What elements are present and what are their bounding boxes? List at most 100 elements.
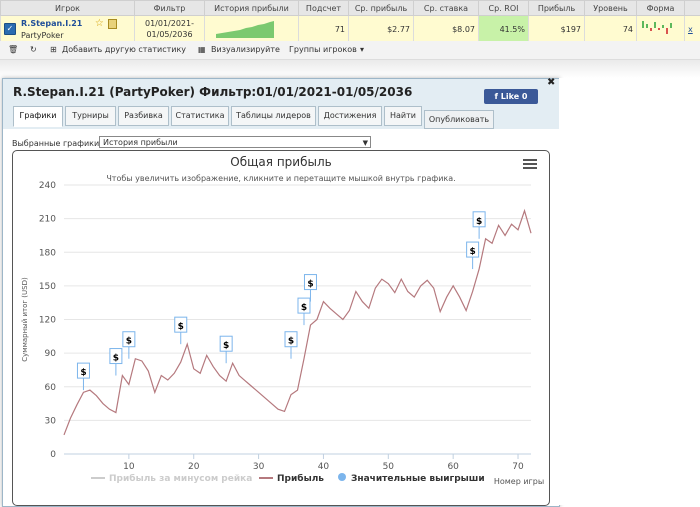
x-tick-label: 60 bbox=[447, 462, 459, 472]
y-tick-label: 210 bbox=[39, 215, 56, 225]
flag-label: $ bbox=[476, 217, 482, 227]
profit-sparkline bbox=[216, 20, 274, 38]
profit-line bbox=[64, 211, 531, 435]
col-header-level[interactable]: Уровень bbox=[585, 1, 637, 16]
tab-leaderboards[interactable]: Таблицы лидеров bbox=[231, 106, 316, 126]
filter-end: 01/05/2036 bbox=[138, 29, 201, 40]
filter-start: 01/01/2021- bbox=[138, 18, 201, 29]
y-tick-label: 90 bbox=[45, 349, 57, 359]
flag-label: $ bbox=[80, 368, 86, 378]
legend-item-net: Прибыль за минусом рейка bbox=[109, 473, 252, 484]
dialog-tabs: Графики Турниры Разбивка Статистика Табл… bbox=[3, 106, 559, 129]
checkbox-icon[interactable]: ✓ bbox=[4, 23, 16, 35]
x-tick-label: 10 bbox=[123, 462, 135, 472]
publish-button[interactable]: Опубликовать bbox=[424, 110, 494, 129]
chevron-down-icon: ▼ bbox=[363, 137, 368, 149]
col-header-avg-profit[interactable]: Ср. прибыль bbox=[349, 1, 414, 16]
y-tick-label: 150 bbox=[39, 282, 56, 292]
chart-title: Общая прибыль bbox=[230, 155, 331, 169]
level-value: 74 bbox=[585, 16, 637, 43]
star-icon[interactable]: ☆ bbox=[95, 18, 104, 29]
stats-table: Игрок Фильтр История прибыли Подсчет Ср.… bbox=[0, 0, 700, 43]
y-tick-label: 240 bbox=[39, 181, 56, 191]
dialog-title: R.Stepan.I.21 (PartyPoker) Фильтр:01/01/… bbox=[13, 85, 412, 99]
col-header-avg-stake[interactable]: Ср. ставка bbox=[414, 1, 479, 16]
x-tick-label: 20 bbox=[188, 462, 200, 472]
page-gap bbox=[0, 60, 700, 78]
tab-search[interactable]: Найти bbox=[384, 106, 422, 126]
like-label: Like 0 bbox=[501, 92, 528, 101]
chart-subtitle: Чтобы увеличить изображение, кликните и … bbox=[106, 174, 455, 183]
col-header-history[interactable]: История прибыли bbox=[205, 1, 299, 16]
chart-container[interactable]: Общая прибыль Чтобы увеличить изображение… bbox=[12, 150, 550, 506]
player-site: PartyPoker bbox=[21, 31, 64, 40]
tab-statistics[interactable]: Статистика bbox=[171, 106, 229, 126]
x-tick-label: 50 bbox=[383, 462, 395, 472]
tab-breakdown[interactable]: Разбивка bbox=[118, 106, 169, 126]
profit-value: $197 bbox=[529, 16, 585, 43]
col-header-player[interactable]: Игрок bbox=[1, 1, 135, 16]
x-tick-label: 30 bbox=[253, 462, 265, 472]
col-header-form[interactable]: Форма bbox=[637, 1, 685, 16]
flag-label: $ bbox=[113, 354, 119, 364]
player-name-link[interactable]: R.Stepan.I.21 bbox=[21, 19, 82, 28]
refresh-icon[interactable]: ↻ bbox=[30, 45, 37, 54]
facebook-icon: f bbox=[494, 92, 497, 101]
x-tick-label: 40 bbox=[318, 462, 330, 472]
x-axis-label: Номер игры bbox=[494, 477, 544, 486]
col-header-filter[interactable]: Фильтр bbox=[135, 1, 205, 16]
flag-label: $ bbox=[307, 280, 313, 290]
col-header-profit[interactable]: Прибыль bbox=[529, 1, 585, 16]
filter-cell: 01/01/2021- 01/05/2036 bbox=[135, 16, 205, 43]
flag-label: $ bbox=[178, 322, 184, 332]
tab-achievements[interactable]: Достижения bbox=[318, 106, 382, 126]
y-tick-label: 60 bbox=[45, 383, 57, 393]
dropdown-arrow-icon[interactable]: ▾ bbox=[360, 45, 364, 54]
y-axis-label: Суммарный итог (USD) bbox=[21, 277, 29, 362]
table-row: ✓ R.Stepan.I.21 ☆ PartyPoker 01/01/2021-… bbox=[1, 16, 700, 43]
menu-icon[interactable] bbox=[523, 159, 537, 171]
legend-item-wins: Значительные выигрыши bbox=[351, 474, 485, 484]
tab-charts[interactable]: Графики bbox=[13, 106, 63, 127]
count-value: 71 bbox=[299, 16, 349, 43]
chart-dialog: R.Stepan.I.21 (PartyPoker) Фильтр:01/01/… bbox=[2, 78, 560, 507]
chart-select-label: Выбранные графики: bbox=[12, 139, 102, 148]
avg-roi-value: 41.5% bbox=[479, 16, 529, 43]
money-bag-icon[interactable] bbox=[108, 19, 117, 29]
player-cell: ✓ R.Stepan.I.21 ☆ PartyPoker bbox=[1, 16, 135, 43]
history-cell bbox=[205, 16, 299, 43]
flag-label: $ bbox=[288, 337, 294, 347]
chart-select[interactable]: История прибыли ▼ bbox=[99, 136, 371, 148]
close-icon[interactable]: ✖ bbox=[547, 77, 555, 88]
flag-label: $ bbox=[469, 247, 475, 257]
tab-tournaments[interactable]: Турниры bbox=[65, 106, 116, 126]
col-header-blank bbox=[685, 1, 700, 16]
y-tick-label: 180 bbox=[39, 248, 56, 258]
avg-stake-value: $8.07 bbox=[414, 16, 479, 43]
add-stats-link[interactable]: Добавить другую статистику bbox=[62, 45, 186, 54]
x-tick-label: 70 bbox=[512, 462, 524, 472]
y-tick-label: 120 bbox=[39, 316, 56, 326]
player-groups-link[interactable]: Группы игроков bbox=[289, 45, 357, 54]
y-tick-label: 0 bbox=[50, 450, 56, 460]
remove-player-link[interactable]: x bbox=[688, 25, 693, 34]
remove-cell: x bbox=[685, 16, 700, 43]
trash-icon[interactable]: 🗑 bbox=[8, 45, 18, 54]
add-stats-icon[interactable]: ⊞ bbox=[50, 45, 57, 54]
y-tick-label: 30 bbox=[45, 416, 57, 426]
flag-label: $ bbox=[223, 341, 229, 351]
flag-label: $ bbox=[126, 337, 132, 347]
chart-select-value: История прибыли bbox=[103, 138, 178, 147]
form-bars bbox=[640, 19, 680, 37]
toolbar: 🗑 ↻ ⊞ Добавить другую статистику ▦ Визуа… bbox=[0, 41, 700, 60]
chart-icon[interactable]: ▦ bbox=[198, 45, 206, 54]
visualize-link[interactable]: Визуализируйте bbox=[211, 45, 280, 54]
facebook-like-button[interactable]: f Like 0 bbox=[484, 89, 538, 104]
form-cell bbox=[637, 16, 685, 43]
background-right bbox=[559, 78, 700, 505]
legend-item-profit: Прибыль bbox=[277, 473, 324, 484]
legend-symbol-wins bbox=[338, 473, 346, 481]
col-header-count[interactable]: Подсчет bbox=[299, 1, 349, 16]
profit-chart[interactable]: Общая прибыль Чтобы увеличить изображение… bbox=[13, 151, 549, 505]
col-header-avg-roi[interactable]: Ср. ROI bbox=[479, 1, 529, 16]
